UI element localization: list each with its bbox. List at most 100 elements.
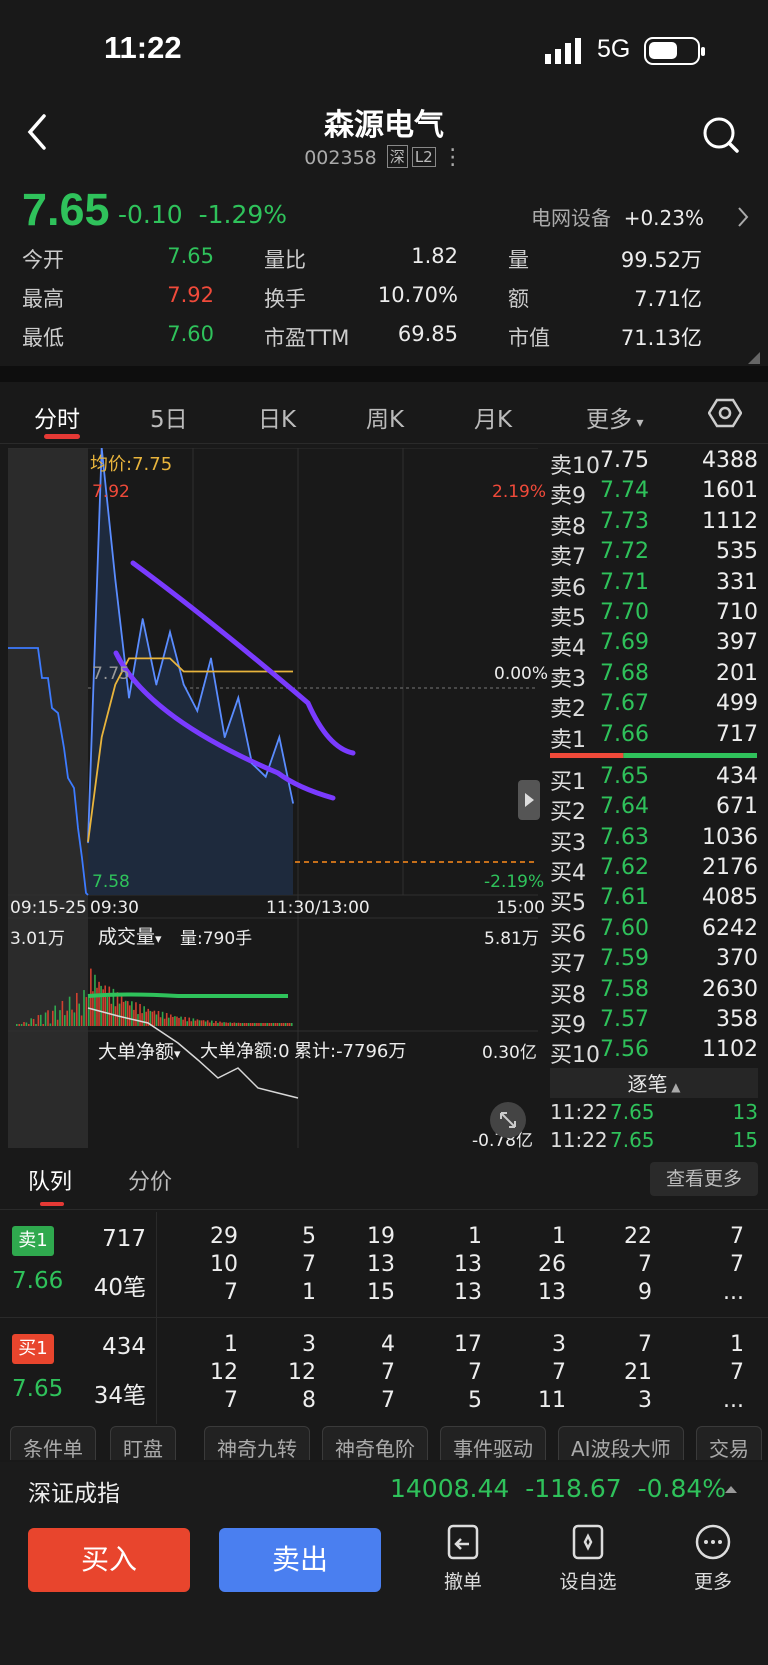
expand-arrow-button[interactable]: [518, 780, 540, 820]
industry-name: 电网设备: [530, 206, 611, 230]
industry-link[interactable]: 电网设备 +0.23%: [531, 202, 704, 231]
volume-bar: [165, 1013, 168, 1026]
level-price: 7.67: [600, 691, 649, 717]
orderbook-row[interactable]: 卖3 7.68 201: [548, 661, 758, 692]
level-label: 买5: [550, 891, 586, 917]
orderbook-row[interactable]: 卖8 7.73 1112: [548, 508, 758, 540]
level-volume: 2630: [702, 976, 758, 1002]
tab-weekly-k[interactable]: 周K: [366, 400, 404, 434]
orderbook-row[interactable]: 卖2 7.67 499: [548, 691, 758, 722]
view-more-button[interactable]: 查看更多: [650, 1162, 758, 1196]
tab-monthly-k[interactable]: 月K: [474, 400, 512, 434]
feature-pill[interactable]: 盯盘: [110, 1426, 176, 1460]
orderbook-row[interactable]: 卖5 7.70 710: [548, 600, 758, 631]
volume-bar: [286, 1023, 289, 1026]
search-icon[interactable]: [702, 116, 740, 154]
orderbook-row[interactable]: 卖1 7.66 717: [548, 721, 758, 753]
orderbook-row[interactable]: 卖6 7.71 331: [548, 570, 758, 601]
price-point: [155, 683, 158, 686]
feature-pill[interactable]: 条件单: [10, 1426, 96, 1460]
queue-count: 34笔: [93, 1383, 146, 1409]
tab-more[interactable]: 更多 ▾: [586, 400, 643, 434]
stat-value: 7.60: [167, 322, 214, 346]
flow-top: 0.30亿: [482, 1043, 537, 1063]
tab-daily-k[interactable]: 日K: [258, 400, 296, 434]
feature-pill[interactable]: 神奇龟阶: [322, 1426, 428, 1460]
volume-bar: [211, 1020, 213, 1026]
caret-up-icon[interactable]: [724, 1484, 738, 1494]
orderbook-row[interactable]: 买10 7.56 1102: [548, 1037, 758, 1068]
feature-pill[interactable]: AI波段大师: [558, 1426, 684, 1460]
orderbook-row[interactable]: 买7 7.59 370: [548, 946, 758, 977]
queue-order-size: 7: [381, 1360, 395, 1385]
tab-price-distribution[interactable]: 分价: [128, 1164, 172, 1196]
orderbook-row[interactable]: 买9 7.57 358: [548, 1007, 758, 1038]
level-label: 买1: [550, 769, 586, 795]
orderbook-row[interactable]: 买8 7.58 2630: [548, 976, 758, 1008]
orderbook-row[interactable]: 卖10 7.75 4388: [548, 448, 758, 479]
tab-5day[interactable]: 5日: [150, 400, 188, 434]
divider: [0, 366, 768, 382]
buy-button[interactable]: 买入: [28, 1528, 190, 1592]
level-volume: 4085: [702, 885, 758, 911]
level-price: 7.73: [600, 508, 649, 534]
orderbook-row[interactable]: 买1 7.65 434: [548, 764, 758, 795]
settings-hexagon-icon[interactable]: [708, 396, 742, 430]
feature-pill[interactable]: 交易: [696, 1426, 762, 1460]
kebab-icon[interactable]: ⋮: [442, 145, 464, 170]
stat-label: 最低: [22, 326, 64, 350]
queue-order-size: 13: [367, 1252, 395, 1277]
market-badge: 深: [386, 145, 408, 168]
orderbook-row[interactable]: 买3 7.63 1036: [548, 825, 758, 856]
queue-tag: 买1: [12, 1334, 54, 1364]
volume-bar: [229, 1022, 232, 1026]
level-label: 卖4: [550, 636, 586, 662]
ticks-toggle[interactable]: 逐笔 ▲: [550, 1068, 758, 1098]
queue-price: 7.66: [12, 1268, 64, 1294]
level-volume: 397: [716, 630, 758, 656]
volume-bar: [204, 1021, 207, 1026]
queue-order-size: 5: [468, 1388, 482, 1413]
orderbook-row[interactable]: 买2 7.64 671: [548, 794, 758, 825]
orderbook-row[interactable]: 卖7 7.72 535: [548, 539, 758, 570]
more-button[interactable]: 更多: [668, 1522, 758, 1594]
stats-row: 今开 7.65 量比 1.82 量 99.52万: [22, 244, 758, 283]
volume-bar: [272, 1023, 275, 1026]
volume-bar: [217, 1022, 219, 1026]
flow-selector[interactable]: 大单净额▾: [98, 1037, 181, 1064]
feature-pill[interactable]: 神奇九转: [204, 1426, 310, 1460]
orderbook-row[interactable]: 卖9 7.74 1601: [548, 478, 758, 510]
level-volume: 717: [716, 721, 758, 747]
add-watchlist-button[interactable]: 设自选: [543, 1522, 633, 1594]
stat-value: 7.92: [167, 283, 214, 307]
volume-selector[interactable]: 成交量▾: [98, 922, 162, 949]
volume-bar: [258, 1023, 260, 1026]
queue-order-size: ...: [723, 1280, 744, 1305]
level-label: 卖9: [550, 484, 586, 510]
expand-corner-icon[interactable]: [748, 352, 760, 364]
tab-intraday[interactable]: 分时: [34, 400, 80, 434]
orderbook-row[interactable]: 买4 7.62 2176: [548, 855, 758, 886]
stat-label: 量比: [264, 248, 306, 272]
cancel-order-button[interactable]: 撤单: [418, 1522, 508, 1594]
level-price: 7.58: [600, 976, 649, 1002]
tab-queue[interactable]: 队列: [28, 1164, 72, 1196]
fullscreen-button[interactable]: [490, 1102, 526, 1138]
sell-button[interactable]: 卖出: [219, 1528, 381, 1592]
orderbook-row[interactable]: 买6 7.60 6242: [548, 916, 758, 947]
orderbook-row[interactable]: 买5 7.61 4085: [548, 885, 758, 917]
queue-order-size: 3: [638, 1388, 652, 1413]
orderbook-row[interactable]: 卖4 7.69 397: [548, 630, 758, 662]
stock-subtitle: 002358 深 L2 ⋮: [0, 145, 768, 170]
flow-now: 大单净额:0: [200, 1041, 290, 1062]
active-tab-indicator: [40, 1202, 64, 1206]
queue-order-size: 5: [302, 1224, 316, 1249]
queue-order-size: 7: [224, 1280, 238, 1305]
volume-bar: [249, 1023, 252, 1026]
chevron-right-icon[interactable]: [736, 206, 750, 228]
volume-bar-premarket: [25, 1022, 28, 1026]
more-dots-icon: [695, 1524, 731, 1560]
index-ticker[interactable]: 14008.44 -118.67 -0.84%: [390, 1474, 726, 1503]
cancel-order-label: 撤单: [443, 1571, 482, 1593]
feature-pill[interactable]: 事件驱动: [440, 1426, 546, 1460]
